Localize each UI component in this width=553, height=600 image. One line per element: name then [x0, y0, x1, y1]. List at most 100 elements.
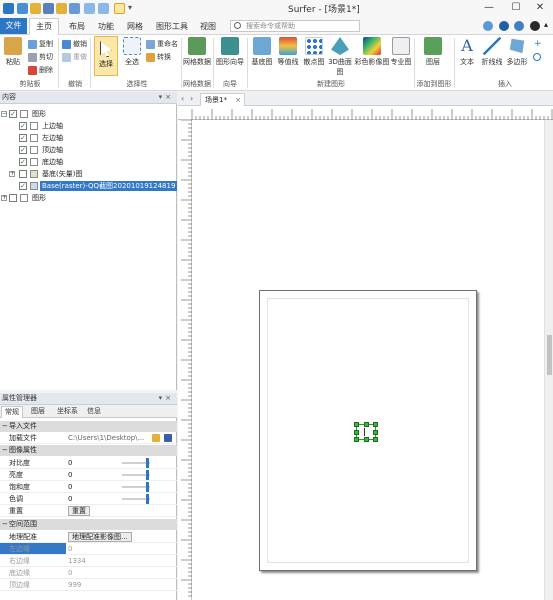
slider-thumb[interactable] — [146, 470, 149, 480]
visibility-checkbox[interactable]: ✓ — [19, 182, 27, 190]
tree-item-right-axis[interactable]: ✓ 顶边轴 — [0, 144, 177, 156]
minimize-button[interactable]: — — [476, 0, 502, 17]
resize-handle[interactable] — [373, 437, 378, 442]
load-file-path[interactable]: C:\Users\1\Desktop\... — [68, 432, 144, 444]
section-import-file[interactable]: − 导入文件 — [0, 421, 177, 432]
tree-item-map[interactable]: − ✓ 图形 — [0, 108, 177, 120]
tree-item-left-axis[interactable]: ✓ 左边轴 — [0, 132, 177, 144]
resize-handle[interactable] — [364, 437, 369, 442]
new-base-map-button[interactable]: 基底图 — [250, 37, 274, 67]
visibility-checkbox[interactable]: ✓ — [19, 146, 27, 154]
bottom-edge-value[interactable]: 0 — [68, 567, 72, 579]
select-tool-icon[interactable] — [114, 3, 125, 14]
georeference-button[interactable]: 地理配准影像图... — [68, 532, 132, 542]
new-file-icon[interactable] — [17, 3, 28, 14]
new-post-map-button[interactable]: 散点图 — [302, 37, 326, 67]
hue-value[interactable]: 0 — [68, 493, 72, 505]
delete-button[interactable]: 删除 — [28, 65, 53, 76]
hue-slider[interactable] — [122, 494, 150, 504]
slider-thumb[interactable] — [146, 482, 149, 492]
info-icon[interactable] — [514, 21, 524, 31]
visibility-checkbox[interactable] — [19, 170, 27, 178]
add-layer-button[interactable]: 图层 — [420, 37, 446, 67]
help-icon[interactable] — [483, 21, 493, 31]
tree-item-top-axis[interactable]: ✓ 上边轴 — [0, 120, 177, 132]
resize-handle[interactable] — [354, 422, 359, 427]
new-3d-surface-button[interactable]: 3D曲面图 — [328, 37, 352, 77]
select-all-button[interactable]: 全选 — [121, 37, 143, 67]
open-file-icon[interactable] — [56, 3, 67, 14]
print-icon[interactable] — [69, 3, 80, 14]
saturation-slider[interactable] — [122, 482, 150, 492]
tab-view[interactable]: 视图 — [197, 19, 219, 34]
left-edge-value[interactable]: 0 — [68, 543, 72, 555]
slider-thumb[interactable] — [146, 494, 149, 504]
resize-handle[interactable] — [364, 422, 369, 427]
tab-layout[interactable]: 布局 — [66, 19, 88, 34]
visibility-checkbox[interactable]: ✓ — [19, 158, 27, 166]
expand-icon[interactable]: + — [9, 171, 15, 177]
reset-button[interactable]: 重置 — [68, 506, 90, 516]
ribbon-collapse-icon[interactable]: ▴ — [544, 21, 553, 31]
select-button[interactable]: 选择 — [94, 36, 118, 76]
tab-features[interactable]: 功能 — [95, 19, 117, 34]
tree-item-bottom-axis[interactable]: ✓ 底边轴 — [0, 156, 177, 168]
tree-item-base-vector[interactable]: + 基底(矢量)图 — [0, 168, 177, 180]
insert-polygon-button[interactable]: 多边形 — [505, 37, 529, 67]
section-image-properties[interactable]: − 图像属性 — [0, 445, 177, 456]
customize-toolbar-icon[interactable]: ▾ — [128, 3, 139, 14]
tab-file[interactable]: 文件 — [0, 18, 27, 34]
brightness-value[interactable]: 0 — [68, 469, 72, 481]
save-icon[interactable] — [164, 434, 172, 442]
visibility-checkbox[interactable]: ✓ — [19, 122, 27, 130]
new-contour-map-button[interactable]: 等值线 — [276, 37, 300, 67]
undo-icon[interactable] — [84, 3, 95, 14]
tab-grids[interactable]: 网格 — [124, 19, 146, 34]
plus-icon[interactable]: + — [534, 39, 542, 49]
close-tab-icon[interactable]: × — [235, 94, 241, 106]
account-icon[interactable] — [530, 21, 540, 31]
right-edge-value[interactable]: 1334 — [68, 555, 86, 567]
section-spatial-extents[interactable]: − 空间范围 — [0, 519, 177, 530]
tree-item-base-raster[interactable]: ✓ Base(raster)-QQ截图20201019124819 — [0, 180, 178, 192]
cut-button[interactable]: 剪切 — [28, 52, 53, 63]
resize-handle[interactable] — [373, 430, 378, 435]
insert-text-button[interactable]: A 文本 — [457, 37, 477, 67]
brightness-slider[interactable] — [122, 470, 150, 480]
document-tab[interactable]: 场景1* × — [200, 93, 245, 106]
open-folder-icon[interactable] — [30, 3, 41, 14]
slider-thumb[interactable] — [146, 458, 149, 468]
visibility-checkbox[interactable]: ✓ — [9, 110, 17, 118]
open-folder-icon[interactable] — [152, 434, 160, 442]
specialty-map-button[interactable]: 专业图 — [390, 37, 412, 67]
undo-button[interactable]: 撤销 — [62, 39, 87, 50]
update-icon[interactable] — [499, 21, 509, 31]
resize-handle[interactable] — [373, 422, 378, 427]
selected-raster-object[interactable] — [354, 422, 378, 442]
new-color-relief-button[interactable]: 彩色影像图 — [354, 37, 390, 67]
ellipse-icon[interactable] — [533, 53, 541, 61]
search-input[interactable]: 搜索命令或帮助 — [230, 20, 360, 32]
scrollbar-thumb[interactable] — [547, 335, 552, 375]
rename-button[interactable]: 重命名 — [146, 39, 178, 50]
tab-general[interactable]: 常规 — [1, 406, 23, 418]
grid-data-button[interactable]: 网格数据 — [183, 37, 211, 67]
tab-info[interactable]: 信息 — [84, 406, 104, 418]
panel-controls[interactable]: ▾× — [159, 92, 174, 103]
copy-button[interactable]: 复制 — [28, 39, 53, 50]
contrast-slider[interactable] — [122, 458, 150, 468]
map-wizard-button[interactable]: 图形向导 — [215, 37, 245, 67]
save-icon[interactable] — [43, 3, 54, 14]
tab-layer[interactable]: 图层 — [28, 406, 48, 418]
insert-polyline-button[interactable]: 折线线 — [480, 37, 504, 67]
contrast-value[interactable]: 0 — [68, 457, 72, 469]
panel-controls[interactable]: ▾× — [159, 393, 174, 404]
tree-item-map-2[interactable]: + 图形 — [0, 192, 177, 204]
redo-icon[interactable] — [98, 3, 109, 14]
expand-icon[interactable]: + — [1, 195, 7, 201]
redo-button[interactable]: 重做 — [62, 52, 87, 63]
tab-coordinate-system[interactable]: 坐标系 — [54, 406, 81, 418]
top-edge-value[interactable]: 999 — [68, 579, 81, 591]
visibility-checkbox[interactable] — [9, 194, 17, 202]
close-button[interactable]: ✕ — [527, 0, 553, 17]
